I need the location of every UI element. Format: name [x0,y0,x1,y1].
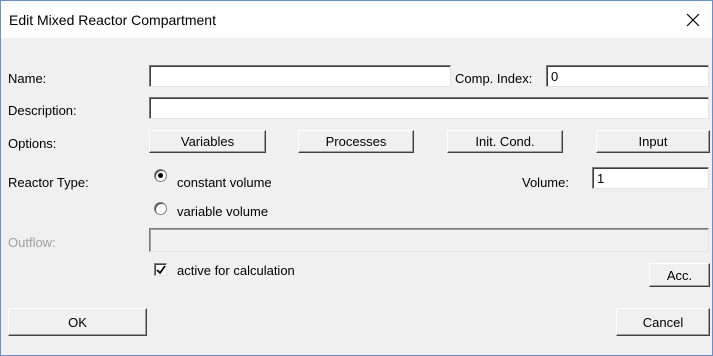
name-input[interactable] [149,65,451,87]
outflow-label: Outflow: [8,235,56,250]
outflow-input [149,228,709,252]
processes-button[interactable]: Processes [298,130,414,153]
window-title: Edit Mixed Reactor Compartment [9,12,216,28]
name-label: Name: [8,71,47,86]
edit-mixed-reactor-dialog: Edit Mixed Reactor Compartment Name: Com… [0,0,713,356]
reactor-type-label: Reactor Type: [8,175,89,190]
variable-volume-label[interactable]: variable volume [177,204,268,219]
description-input[interactable] [149,97,709,119]
options-label: Options: [8,136,57,151]
comp-index-label: Comp. Index: [455,71,533,86]
radio-selected-dot [158,173,163,178]
constant-volume-label[interactable]: constant volume [177,175,272,190]
cancel-button[interactable]: Cancel [616,308,710,336]
checkmark-icon [156,265,166,275]
close-icon[interactable] [674,1,712,38]
description-label: Description: [8,103,77,118]
init-cond-button[interactable]: Init. Cond. [447,130,563,153]
variable-volume-radio[interactable] [154,202,167,215]
constant-volume-radio[interactable] [154,169,167,182]
title-bar[interactable]: Edit Mixed Reactor Compartment [1,1,712,38]
variables-button[interactable]: Variables [149,130,266,153]
comp-index-input[interactable] [546,65,709,87]
volume-label: Volume: [522,175,569,190]
active-checkbox[interactable] [154,263,167,276]
active-checkbox-label[interactable]: active for calculation [177,263,295,278]
ok-button[interactable]: OK [8,308,147,336]
acc-button[interactable]: Acc. [649,263,710,287]
input-button[interactable]: Input [596,130,710,153]
volume-input[interactable] [592,167,709,189]
